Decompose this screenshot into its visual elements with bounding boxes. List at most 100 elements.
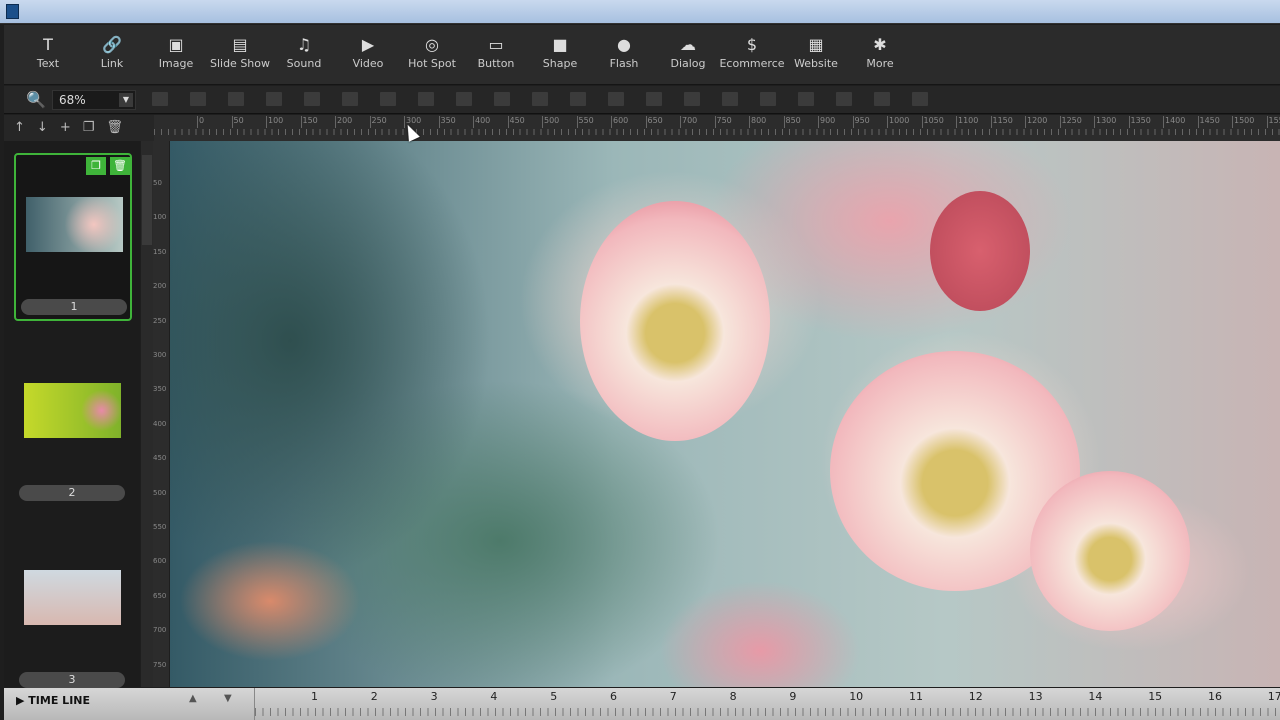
tool-label: Ecommerce <box>719 57 785 70</box>
add-slide-icon[interactable]: + <box>60 120 71 136</box>
delete-icon[interactable]: 🗑 <box>106 120 123 136</box>
slide-number: 1 <box>21 299 127 315</box>
format-tool-icon[interactable] <box>836 92 852 106</box>
format-tool-icon[interactable] <box>494 92 510 106</box>
format-tool-icon[interactable] <box>570 92 586 106</box>
tool-website[interactable]: ▦ Website <box>784 25 848 84</box>
tool-label: Link <box>100 57 124 70</box>
app-icon <box>6 4 19 19</box>
tool-slide-show[interactable]: ▤ Slide Show <box>208 25 272 84</box>
format-tool-icon[interactable] <box>380 92 396 106</box>
text-icon: T <box>43 35 53 54</box>
ruler-label: 500 <box>153 488 167 497</box>
timeline-mark: 12 <box>968 690 983 703</box>
format-tool-icon[interactable] <box>418 92 434 106</box>
slide-list-scrollbar[interactable] <box>141 141 153 687</box>
flower-image <box>1030 471 1190 631</box>
arrow-up-icon[interactable]: ▲ <box>189 693 197 704</box>
tool-more[interactable]: ✱ More <box>848 25 912 84</box>
timeline-mark: 14 <box>1088 690 1103 703</box>
format-tool-icon[interactable] <box>608 92 624 106</box>
tool-label: Website <box>794 57 838 70</box>
tool-text[interactable]: T Text <box>16 25 80 84</box>
ruler-label: 1150 <box>990 116 1013 128</box>
tool-label: Dialog <box>670 57 706 70</box>
tool-link[interactable]: 🔗 Link <box>80 25 144 84</box>
ruler-label: 1350 <box>1128 116 1151 128</box>
timeline-mark: 16 <box>1208 690 1222 703</box>
timeline-mark: 3 <box>430 690 438 703</box>
duplicate-icon[interactable]: ❐ <box>86 157 106 175</box>
slide-canvas[interactable] <box>170 141 1280 687</box>
format-tool-icon[interactable] <box>760 92 776 106</box>
timeline-mark: 6 <box>610 690 617 703</box>
timeline-mark: 1 <box>311 690 318 703</box>
move-up-icon[interactable]: ↑ <box>14 120 25 136</box>
format-tool-icon[interactable] <box>456 92 472 106</box>
ruler-label: 1400 <box>1163 116 1185 128</box>
button-icon: ▭ <box>488 35 504 54</box>
shape-icon: ■ <box>552 35 568 54</box>
ruler-label: 800 <box>749 116 766 128</box>
tool-hot-spot[interactable]: ◎ Hot Spot <box>400 25 464 84</box>
tool-shape[interactable]: ■ Shape <box>528 25 592 84</box>
ruler-label: 300 <box>153 351 167 359</box>
format-tool-icon[interactable] <box>532 92 548 106</box>
vertical-ruler: 50 100 150 200 250 300 350 400 450 500 550 600 650 70… <box>153 141 169 687</box>
format-tool-icon[interactable] <box>342 92 358 106</box>
format-tool-icon[interactable] <box>152 92 168 106</box>
tool-ecommerce[interactable]: $ Ecommerce <box>719 25 785 84</box>
slide-list: ❐ 🗑 1 2 3 <box>4 141 140 688</box>
tool-flash[interactable]: ● Flash <box>592 25 656 84</box>
tool-video[interactable]: ▶ Video <box>336 25 400 84</box>
ruler-label: 1550 <box>1266 116 1280 128</box>
ruler-label: 750 <box>153 660 167 669</box>
ruler-label: 450 <box>153 454 167 463</box>
ruler-label: 1500 <box>1232 116 1254 128</box>
format-tool-icon[interactable] <box>798 92 814 106</box>
format-tool-icon[interactable] <box>228 92 244 106</box>
ruler-label: 200 <box>335 116 352 128</box>
format-tool-icon[interactable] <box>646 92 662 106</box>
timeline-mark: 17 <box>1267 690 1280 703</box>
tool-label: Shape <box>542 57 578 70</box>
horizontal-ruler: 0 50 100 150 200 250 300 350 400 450 500 550 600 650 7… <box>154 115 1280 141</box>
timeline-ruler[interactable]: 1 2 3 4 5 6 7 8 9 10 11 12 13 14 15 16 17 <box>254 688 1280 720</box>
slide-1[interactable]: ❐ 🗑 1 <box>14 153 132 321</box>
slide-3[interactable]: 3 <box>14 528 132 696</box>
tool-image[interactable]: ▣ Image <box>144 25 208 84</box>
tool-dialog[interactable]: ☁ Dialog <box>656 25 720 84</box>
format-tool-icon[interactable] <box>874 92 890 106</box>
format-tool-icon[interactable] <box>684 92 700 106</box>
duplicate-icon[interactable]: ❐ <box>83 120 95 136</box>
ruler-label: 450 <box>507 116 525 128</box>
ruler-label: 950 <box>852 116 870 128</box>
timeline-toggle[interactable]: ▶ TIME LINE <box>16 694 90 707</box>
delete-icon[interactable]: 🗑 <box>110 157 130 175</box>
arrow-down-icon[interactable]: ▼ <box>224 693 232 704</box>
zoom-select[interactable]: 68% ▼ <box>52 90 136 110</box>
move-down-icon[interactable]: ↓ <box>37 120 48 136</box>
tool-label: Text <box>36 57 60 70</box>
format-tool-icon[interactable] <box>190 92 206 106</box>
tool-label: Button <box>477 57 515 70</box>
zoom-value: 68% <box>59 93 86 107</box>
ruler-label: 250 <box>153 316 167 325</box>
timeline-mark: 5 <box>550 690 558 703</box>
tool-button[interactable]: ▭ Button <box>464 25 528 84</box>
format-tool-icon[interactable] <box>304 92 320 106</box>
slide-thumbnail <box>24 383 121 438</box>
slide-number: 2 <box>19 485 125 501</box>
chevron-down-icon[interactable]: ▼ <box>119 93 133 107</box>
ruler-label: 650 <box>645 116 663 128</box>
zoom-icon[interactable]: 🔍 <box>26 90 46 109</box>
format-tool-icon[interactable] <box>266 92 282 106</box>
timeline-mark: 8 <box>729 690 737 703</box>
timeline-mark: 11 <box>909 690 923 703</box>
tool-sound[interactable]: ♫ Sound <box>272 25 336 84</box>
format-tool-icon[interactable] <box>912 92 928 106</box>
slide-2[interactable]: 2 <box>14 341 132 509</box>
ruler-label: 600 <box>153 557 167 566</box>
format-tool-icon[interactable] <box>722 92 738 106</box>
ecommerce-icon: $ <box>746 35 758 54</box>
